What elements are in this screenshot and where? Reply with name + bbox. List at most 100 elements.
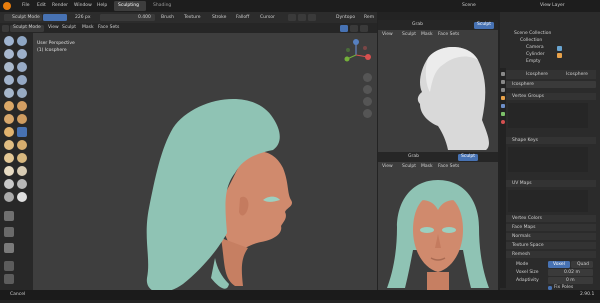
box-mask-icon[interactable] — [4, 211, 14, 221]
main-3d-viewport[interactable]: User Perspective (1) Icosphere — [33, 33, 377, 293]
perspective-toggle-icon[interactable] — [363, 109, 372, 118]
texture-menu[interactable]: Texture — [184, 15, 200, 21]
panel-face-maps[interactable]: Face Maps — [506, 224, 596, 231]
snake-hook-brush-icon[interactable] — [4, 140, 14, 150]
mode-selector[interactable]: Sculpt Mode — [4, 14, 42, 21]
dyntopo-menu[interactable]: Dyntopo — [336, 15, 355, 21]
panel-normals[interactable]: Normals — [506, 233, 596, 240]
multiplane-scrape-brush-icon[interactable] — [4, 114, 14, 124]
small-view-mode-button[interactable]: Sculpt — [474, 21, 494, 29]
mask-brush-icon[interactable] — [4, 192, 14, 202]
draw-brush-icon[interactable] — [4, 36, 14, 46]
bust-preview-viewport[interactable]: View Sculpt Mask Face Sets — [378, 30, 498, 152]
radius-field[interactable] — [43, 14, 67, 21]
voxel-size-field[interactable]: 0.02 m — [548, 269, 593, 276]
render-tab-icon[interactable] — [501, 80, 505, 84]
pose-brush-icon[interactable] — [4, 153, 14, 163]
move-icon[interactable] — [4, 261, 14, 271]
menu-edit[interactable]: Edit — [37, 3, 46, 9]
material-tab-icon[interactable] — [501, 120, 505, 124]
scene-selector[interactable]: Scene — [462, 3, 476, 9]
output-tab-icon[interactable] — [501, 88, 505, 92]
falloff-menu[interactable]: Falloff — [236, 15, 249, 21]
thumb-brush-icon[interactable] — [17, 140, 27, 150]
outliner-item-cylinder[interactable]: Cylinder — [526, 52, 545, 58]
inflate-brush-icon[interactable] — [17, 62, 27, 72]
menu-file[interactable]: File — [22, 3, 30, 9]
stroke-menu[interactable]: Stroke — [212, 15, 226, 21]
menu-help[interactable]: Help — [97, 3, 107, 9]
panel-texture-space[interactable]: Texture Space — [506, 242, 596, 249]
panel-uv-maps[interactable]: UV Maps — [506, 180, 596, 187]
navigation-gizmo[interactable] — [339, 38, 373, 72]
outliner-item-empty[interactable]: Empty — [526, 59, 541, 65]
panel-vertex-groups[interactable]: Vertex Groups — [506, 93, 596, 100]
pan-hand-icon[interactable] — [363, 85, 372, 94]
shading-solid-button[interactable] — [340, 24, 348, 32]
camera-view-icon[interactable] — [363, 97, 372, 106]
draw-sharp-brush-icon[interactable] — [17, 36, 27, 46]
shading-render-button[interactable] — [360, 24, 368, 32]
viewport-menu-mask[interactable]: Mask — [82, 25, 94, 31]
mode-dropdown[interactable]: Sculpt Mode — [10, 24, 44, 32]
object-tab-icon[interactable] — [501, 96, 505, 100]
tab-sculpting[interactable]: Sculpting — [114, 1, 146, 11]
uv-maps-list[interactable] — [508, 190, 588, 212]
panel-shape-keys[interactable]: Shape Keys — [506, 137, 596, 144]
front-view-mode-button[interactable]: Sculpt — [458, 153, 478, 161]
symmetry-y[interactable] — [298, 14, 306, 21]
smooth-brush-icon[interactable] — [4, 88, 14, 98]
shape-keys-list[interactable] — [508, 147, 588, 172]
flatten-brush-icon[interactable] — [17, 88, 27, 98]
shading-material-button[interactable] — [350, 24, 358, 32]
small-view-menu-sculpt[interactable]: Sculpt — [402, 32, 416, 38]
mesh-filter-icon[interactable] — [4, 243, 14, 253]
brush-menu[interactable]: Brush — [161, 15, 174, 21]
front-view-menu-view[interactable]: View — [382, 164, 393, 170]
outliner-root[interactable]: Scene Collection — [514, 31, 551, 37]
small-view-menu-mask[interactable]: Mask — [421, 32, 433, 38]
panel-remesh[interactable]: Remesh — [506, 251, 596, 258]
elastic-deform-brush-icon[interactable] — [17, 127, 27, 137]
properties-object-name[interactable]: Icosphere — [526, 72, 548, 78]
pinch-brush-icon[interactable] — [17, 114, 27, 124]
draw-face-sets-icon[interactable] — [17, 192, 27, 202]
simplify-brush-icon[interactable] — [17, 179, 27, 189]
small-view-menu-face-sets[interactable]: Face Sets — [438, 32, 459, 38]
front-view-menu-mask[interactable]: Mask — [421, 164, 433, 170]
layer-brush-icon[interactable] — [4, 62, 14, 72]
mesh-data-tab-icon[interactable] — [501, 112, 505, 116]
cursor-menu[interactable]: Cursor — [260, 15, 275, 21]
vertex-groups-list[interactable] — [508, 103, 588, 128]
scrape-brush-icon[interactable] — [17, 101, 27, 111]
adaptivity-field[interactable]: 0 m — [548, 277, 593, 284]
box-hide-icon[interactable] — [4, 227, 14, 237]
slide-relax-brush-icon[interactable] — [17, 166, 27, 176]
menu-render[interactable]: Render — [52, 3, 68, 9]
cloth-brush-icon[interactable] — [4, 179, 14, 189]
blob-brush-icon[interactable] — [4, 75, 14, 85]
outliner-item-collection[interactable]: Collection — [520, 38, 542, 44]
grab-brush-icon[interactable] — [4, 127, 14, 137]
clay-brush-icon[interactable] — [4, 49, 14, 59]
properties-data-name[interactable]: Icosphere — [566, 72, 588, 78]
tab-shading[interactable]: Shading — [153, 3, 171, 9]
blender-logo-icon[interactable] — [3, 2, 11, 10]
fill-brush-icon[interactable] — [4, 101, 14, 111]
remesh-menu[interactable]: Rem — [364, 15, 374, 21]
zoom-icon[interactable] — [363, 73, 372, 82]
front-view-menu-face-sets[interactable]: Face Sets — [438, 164, 459, 170]
menu-window[interactable]: Window — [74, 3, 92, 9]
editor-type-button[interactable] — [2, 24, 9, 32]
nudge-brush-icon[interactable] — [17, 153, 27, 163]
symmetry-x[interactable] — [288, 14, 296, 21]
viewport-menu-sculpt[interactable]: Sculpt — [62, 25, 76, 31]
tool-tab-icon[interactable] — [501, 72, 505, 76]
viewport-menu-face-sets[interactable]: Face Sets — [98, 25, 119, 31]
remesh-mode-voxel[interactable]: Voxel — [548, 261, 570, 268]
front-face-viewport[interactable]: View Sculpt Mask Face Sets — [378, 162, 498, 292]
view-layer-selector[interactable]: View Layer — [540, 3, 565, 9]
clay-strips-brush-icon[interactable] — [17, 49, 27, 59]
strength-field[interactable]: 0.400 — [100, 14, 155, 21]
panel-vertex-colors[interactable]: Vertex Colors — [506, 215, 596, 222]
